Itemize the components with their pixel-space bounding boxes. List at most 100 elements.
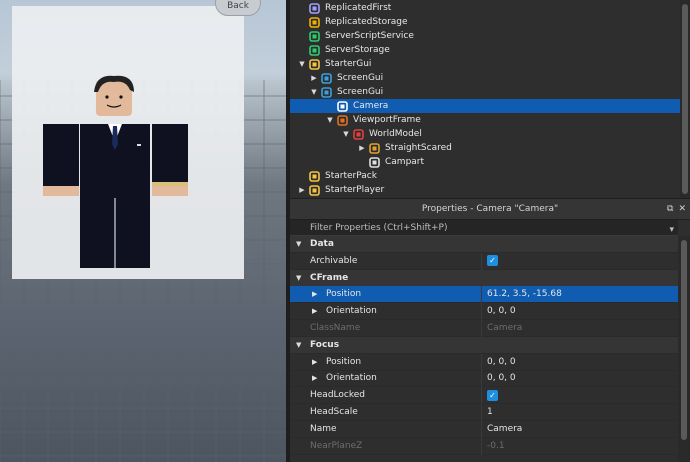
expand-arrow-icon[interactable]: ▶	[312, 290, 326, 298]
explorer-item-viewportframe[interactable]: ▼ ViewportFrame	[290, 113, 690, 127]
avatar-character	[43, 75, 188, 268]
property-row-headlocked[interactable]: HeadLocked ✓	[290, 387, 678, 405]
starter-gui-icon	[308, 58, 320, 70]
property-row-position[interactable]: ▶ Position 0, 0, 0	[290, 353, 678, 371]
property-name-text: Orientation	[326, 306, 377, 317]
property-value[interactable]: 61.2, 3.5, -15.68	[487, 289, 562, 299]
explorer-item-replicatedfirst[interactable]: ReplicatedFirst	[290, 1, 690, 15]
category-label: Focus	[310, 339, 340, 350]
collapse-arrow-icon[interactable]: ▼	[310, 88, 318, 96]
property-value[interactable]: 1	[487, 407, 493, 417]
property-name: ▶ Orientation	[312, 306, 482, 316]
explorer-item-screengui[interactable]: ▼ ScreenGui	[290, 85, 690, 99]
screen-gui-icon	[320, 72, 332, 84]
explorer-item-startergui[interactable]: ▼ StarterGui	[290, 57, 690, 71]
property-row-archivable[interactable]: Archivable ✓	[290, 252, 678, 270]
column-divider	[481, 353, 482, 371]
column-divider	[481, 404, 482, 421]
collapse-arrow-icon[interactable]: ▼	[296, 240, 301, 248]
explorer-item-starterplayer[interactable]: ▶ StarterPlayer	[290, 183, 690, 197]
property-value[interactable]: 0, 0, 0	[487, 357, 516, 367]
property-value[interactable]: Camera	[487, 323, 522, 333]
category-cframe[interactable]: ▼ CFrame	[290, 269, 678, 287]
column-divider	[481, 252, 482, 270]
filter-properties-input[interactable]: Filter Properties (Ctrl+Shift+P) ▾	[290, 220, 678, 236]
property-value[interactable]: -0.1	[487, 441, 505, 451]
property-value[interactable]: ✓	[487, 389, 498, 401]
back-button[interactable]: Back	[215, 0, 261, 16]
property-row-orientation[interactable]: ▶ Orientation 0, 0, 0	[290, 370, 678, 388]
property-name: ▶ Position	[312, 289, 482, 299]
expand-arrow-icon[interactable]: ▶	[310, 74, 318, 82]
close-icon[interactable]: ✕	[678, 199, 686, 219]
property-row-name[interactable]: Name Camera	[290, 420, 678, 438]
explorer-item-serverscriptservice[interactable]: ServerScriptService	[290, 29, 690, 43]
collapse-arrow-icon[interactable]: ▼	[296, 341, 301, 349]
expand-arrow-icon[interactable]: ▶	[312, 358, 326, 366]
property-value[interactable]: 0, 0, 0	[487, 373, 516, 383]
expand-arrow-icon[interactable]: ▶	[358, 144, 366, 152]
viewport-frame-icon	[336, 114, 348, 126]
properties-scrollbar[interactable]	[678, 236, 690, 462]
collapse-arrow-icon[interactable]: ▼	[342, 130, 350, 138]
property-value[interactable]: ✓	[487, 255, 498, 267]
property-row-classname[interactable]: ClassName Camera	[290, 320, 678, 337]
explorer-scroll-thumb[interactable]	[682, 4, 688, 194]
collapse-arrow-icon[interactable]: ▼	[298, 60, 306, 68]
properties-scroll-thumb[interactable]	[681, 240, 687, 440]
property-value-text: 1	[487, 407, 493, 417]
property-name-text: Position	[326, 356, 362, 367]
properties-panel: Properties - Camera "Camera" ⧉ ✕ Filter …	[290, 198, 690, 462]
back-label: Back	[227, 1, 249, 11]
explorer-panel: ReplicatedFirst ReplicatedStorage ServerSc…	[290, 0, 690, 198]
explorer-item-label: StarterPlayer	[325, 185, 385, 195]
checkbox-checked-icon[interactable]: ✓	[487, 389, 498, 401]
property-row-position[interactable]: ▶ Position 61.2, 3.5, -15.68	[290, 286, 678, 304]
server-storage-icon	[308, 44, 320, 56]
starter-pack-icon	[308, 170, 320, 182]
explorer-item-label: Camera	[353, 101, 389, 111]
property-value[interactable]: 0, 0, 0	[487, 306, 516, 316]
world-model-icon	[352, 128, 364, 140]
property-row-orientation[interactable]: ▶ Orientation 0, 0, 0	[290, 303, 678, 321]
checkbox-checked-icon[interactable]: ✓	[487, 255, 498, 267]
collapse-arrow-icon[interactable]: ▼	[326, 116, 334, 124]
property-row-headscale[interactable]: HeadScale 1	[290, 404, 678, 421]
property-name: HeadScale	[310, 407, 480, 417]
replicated-first-icon	[308, 2, 320, 14]
expand-arrow-icon[interactable]: ▶	[298, 186, 306, 194]
property-name-text: HeadScale	[310, 407, 358, 417]
explorer-item-screengui[interactable]: ▶ ScreenGui	[290, 71, 690, 85]
collapse-arrow-icon[interactable]: ▼	[296, 274, 301, 282]
server-script-service-icon	[308, 30, 320, 42]
property-value[interactable]: Camera	[487, 424, 522, 434]
explorer-item-label: StraightScared	[385, 143, 452, 153]
explorer-item-replicatedstorage[interactable]: ReplicatedStorage	[290, 15, 690, 29]
property-value-text: Camera	[487, 423, 523, 434]
explorer-item-worldmodel[interactable]: ▼ WorldModel	[290, 127, 690, 141]
explorer-scrollbar[interactable]	[680, 0, 690, 198]
expand-arrow-icon[interactable]: ▶	[312, 374, 326, 382]
explorer-item-label: StarterGui	[325, 59, 372, 69]
explorer-item-campart[interactable]: Campart	[290, 155, 690, 169]
property-name: ▶ Position	[312, 357, 482, 367]
property-row-nearplanez[interactable]: NearPlaneZ -0.1	[290, 437, 678, 455]
game-viewport[interactable]: Back	[0, 0, 286, 462]
camera-icon	[336, 100, 348, 112]
explorer-item-serverstorage[interactable]: ServerStorage	[290, 43, 690, 57]
part-icon	[368, 156, 380, 168]
property-value-text: -0.1	[487, 440, 505, 451]
explorer-item-label: ReplicatedFirst	[325, 3, 392, 13]
property-value-text: 0, 0, 0	[487, 356, 516, 367]
expand-arrow-icon[interactable]: ▶	[312, 307, 326, 315]
explorer-item-label: ServerStorage	[325, 45, 390, 55]
category-data[interactable]: ▼ Data	[290, 236, 678, 253]
column-divider	[481, 437, 482, 455]
property-name: Archivable	[310, 256, 480, 266]
property-name-text: NearPlaneZ	[310, 440, 363, 451]
explorer-item-camera[interactable]: Camera	[290, 99, 690, 113]
undock-icon[interactable]: ⧉	[667, 199, 673, 219]
explorer-item-starterpack[interactable]: StarterPack	[290, 169, 690, 183]
category-focus[interactable]: ▼ Focus	[290, 336, 678, 354]
explorer-item-straightscared[interactable]: ▶ StraightScared	[290, 141, 690, 155]
